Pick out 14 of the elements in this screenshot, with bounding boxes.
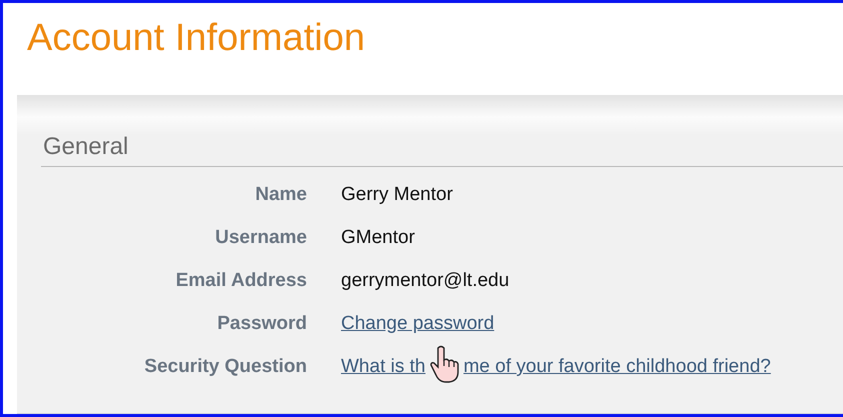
hand-pointer-icon xyxy=(429,345,460,383)
field-label: Security Question xyxy=(144,355,307,379)
field-label: Username xyxy=(215,226,307,250)
field-label: Password xyxy=(217,312,307,336)
page-title: Account Information xyxy=(27,17,366,61)
security-question-link[interactable]: me of your favorite childhood friend? xyxy=(463,353,771,381)
section-title: General xyxy=(41,133,843,167)
field-value: GMentor xyxy=(341,226,415,250)
field-value: gerrymentor@lt.edu xyxy=(341,269,510,293)
change-password-link[interactable]: Change password xyxy=(341,310,494,338)
security-question-link[interactable]: What is th xyxy=(341,353,426,381)
field-value: Gerry Mentor xyxy=(341,183,453,207)
field-label: Name xyxy=(255,183,307,207)
field-label: Email Address xyxy=(176,269,307,293)
